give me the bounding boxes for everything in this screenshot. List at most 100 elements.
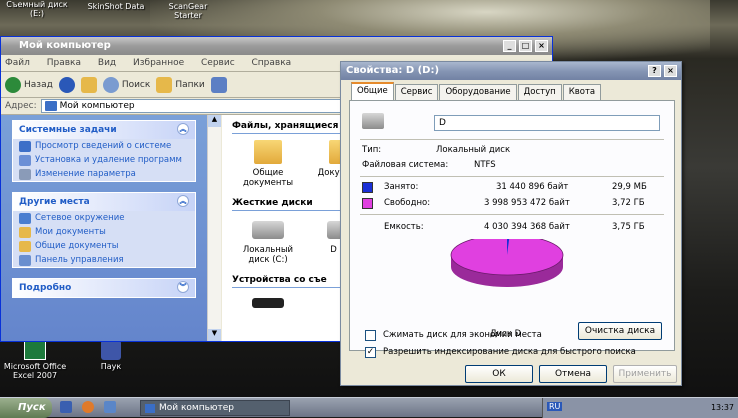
scroll-down-icon[interactable]: ▼ (208, 329, 221, 341)
views-button[interactable] (210, 76, 227, 93)
index-checkbox[interactable]: ✓ (365, 347, 376, 358)
ok-button[interactable]: ОК (465, 365, 533, 383)
task-add-remove-programs[interactable]: Установка и удаление программ (13, 153, 195, 167)
forward-arrow-icon (58, 76, 75, 93)
desktop-icon-excel[interactable]: Microsoft Office Excel 2007 (0, 340, 70, 380)
language-indicator[interactable]: RU (547, 402, 563, 411)
tab-sharing[interactable]: Доступ (517, 84, 562, 100)
forward-button[interactable] (58, 76, 75, 93)
explorer-titlebar[interactable]: Мой компьютер _ □ × (1, 37, 552, 55)
free-color-swatch (362, 198, 373, 209)
compress-checkbox[interactable] (365, 330, 376, 341)
system-tasks-header[interactable]: Системные задачи ︽ (13, 121, 195, 139)
menu-file[interactable]: Файл (5, 58, 30, 68)
system-tray: RU 13:37 (542, 398, 738, 418)
removable-device[interactable] (232, 294, 304, 314)
apply-button[interactable]: Применить (613, 365, 677, 383)
hard-drive-icon (252, 221, 284, 239)
collapse-icon[interactable]: ︽ (177, 123, 189, 135)
used-color-swatch (362, 182, 373, 193)
tab-hardware[interactable]: Оборудование (439, 84, 517, 100)
filesystem-value: NTFS (474, 160, 496, 170)
window-title: Мой компьютер (19, 40, 111, 51)
tab-tools[interactable]: Сервис (394, 84, 439, 100)
used-label: Занято: (384, 182, 419, 192)
search-button[interactable]: Поиск (102, 76, 150, 93)
capacity-label: Емкость: (384, 222, 424, 232)
other-places-panel: Другие места ︽ Сетевое окружение Мои доку… (12, 192, 196, 268)
shared-folder-icon (19, 241, 31, 252)
place-control-panel[interactable]: Панель управления (13, 253, 195, 267)
vertical-scrollbar[interactable]: ▲ ▼ (207, 115, 221, 341)
desktop-icon-spider[interactable]: Паук (86, 340, 136, 371)
compress-label: Сжимать диск для экономии места (383, 330, 542, 340)
minimize-icon[interactable]: _ (503, 40, 516, 52)
desktop-icon-skinshot[interactable]: SkinShot Data (76, 2, 156, 11)
maximize-icon[interactable]: □ (519, 40, 532, 52)
dialog-title: Свойства: D (D:) (346, 65, 440, 76)
taskbar-window-button[interactable]: Мой компьютер (140, 400, 290, 416)
task-change-setting[interactable]: Изменение параметра (13, 167, 195, 181)
index-label: Разрешить индексирование диска для быстр… (383, 347, 636, 357)
control-panel-icon (19, 255, 31, 266)
free-short: 3,72 ГБ (612, 198, 645, 208)
control-icon (19, 169, 31, 180)
menu-tools[interactable]: Сервис (201, 58, 235, 68)
tab-quota[interactable]: Квота (562, 84, 602, 100)
removable-drive-icon (252, 298, 284, 308)
drive-label-input[interactable]: D (434, 115, 660, 131)
menu-edit[interactable]: Правка (47, 58, 81, 68)
quicklaunch-icon[interactable] (104, 401, 116, 413)
folder-shared-documents[interactable]: Общие документы (232, 140, 304, 188)
computer-icon (44, 101, 57, 111)
hard-drive-icon (362, 113, 384, 129)
up-button[interactable] (80, 76, 97, 93)
properties-dialog: Свойства: D (D:) ? × Общие Сервис Оборуд… (340, 61, 682, 386)
drive-c[interactable]: Локальный диск (C:) (232, 217, 304, 265)
task-pane: Системные задачи ︽ Просмотр сведений о си… (1, 115, 207, 341)
type-value: Локальный диск (436, 145, 511, 155)
capacity-bytes: 4 030 394 368 байт (484, 222, 570, 232)
expand-icon[interactable]: ︾ (177, 281, 189, 293)
back-button[interactable]: Назад (5, 76, 53, 93)
close-icon[interactable]: × (535, 40, 548, 52)
folder-icon (254, 140, 282, 164)
address-label: Адрес: (5, 101, 37, 111)
details-panel: Подробно ︾ (12, 278, 196, 298)
cancel-button[interactable]: Отмена (539, 365, 607, 383)
menu-favorites[interactable]: Избранное (133, 58, 184, 68)
tab-strip: Общие Сервис Оборудование Доступ Квота (351, 82, 602, 100)
place-shared-documents[interactable]: Общие документы (13, 239, 195, 253)
show-desktop-icon[interactable] (60, 401, 72, 413)
used-bytes: 31 440 896 байт (496, 182, 569, 192)
start-button[interactable]: Пуск (0, 398, 52, 418)
place-my-documents[interactable]: Мои документы (13, 225, 195, 239)
disk-cleanup-button[interactable]: Очистка диска (578, 322, 662, 340)
task-view-system-info[interactable]: Просмотр сведений о системе (13, 139, 195, 153)
desktop-icon-removable-disk[interactable]: Съемный диск (E:) (2, 0, 72, 18)
excel-icon (24, 340, 46, 360)
help-icon[interactable]: ? (648, 65, 661, 77)
tab-general[interactable]: Общие (351, 82, 394, 100)
folders-button[interactable]: Папки (156, 76, 205, 93)
details-header[interactable]: Подробно ︾ (13, 279, 195, 297)
views-icon (210, 76, 227, 93)
browser-icon[interactable] (82, 401, 94, 413)
menu-view[interactable]: Вид (98, 58, 116, 68)
menu-help[interactable]: Справка (252, 58, 292, 68)
collapse-icon[interactable]: ︽ (177, 195, 189, 207)
divider (360, 176, 664, 177)
search-icon (102, 76, 119, 93)
monitor-icon (19, 141, 31, 152)
filesystem-label: Файловая система: (362, 160, 449, 170)
network-icon (19, 213, 31, 224)
general-tab-panel: D Тип: Локальный диск Файловая система: … (349, 100, 675, 351)
close-icon[interactable]: × (664, 65, 677, 77)
place-network[interactable]: Сетевое окружение (13, 211, 195, 225)
clock: 13:37 (710, 403, 734, 412)
other-places-header[interactable]: Другие места ︽ (13, 193, 195, 211)
desktop-icon-scangear[interactable]: ScanGear Starter (158, 2, 218, 20)
dialog-titlebar[interactable]: Свойства: D (D:) ? × (341, 62, 681, 80)
taskbar: Пуск Мой компьютер RU 13:37 (0, 397, 738, 418)
scroll-up-icon[interactable]: ▲ (208, 115, 221, 127)
